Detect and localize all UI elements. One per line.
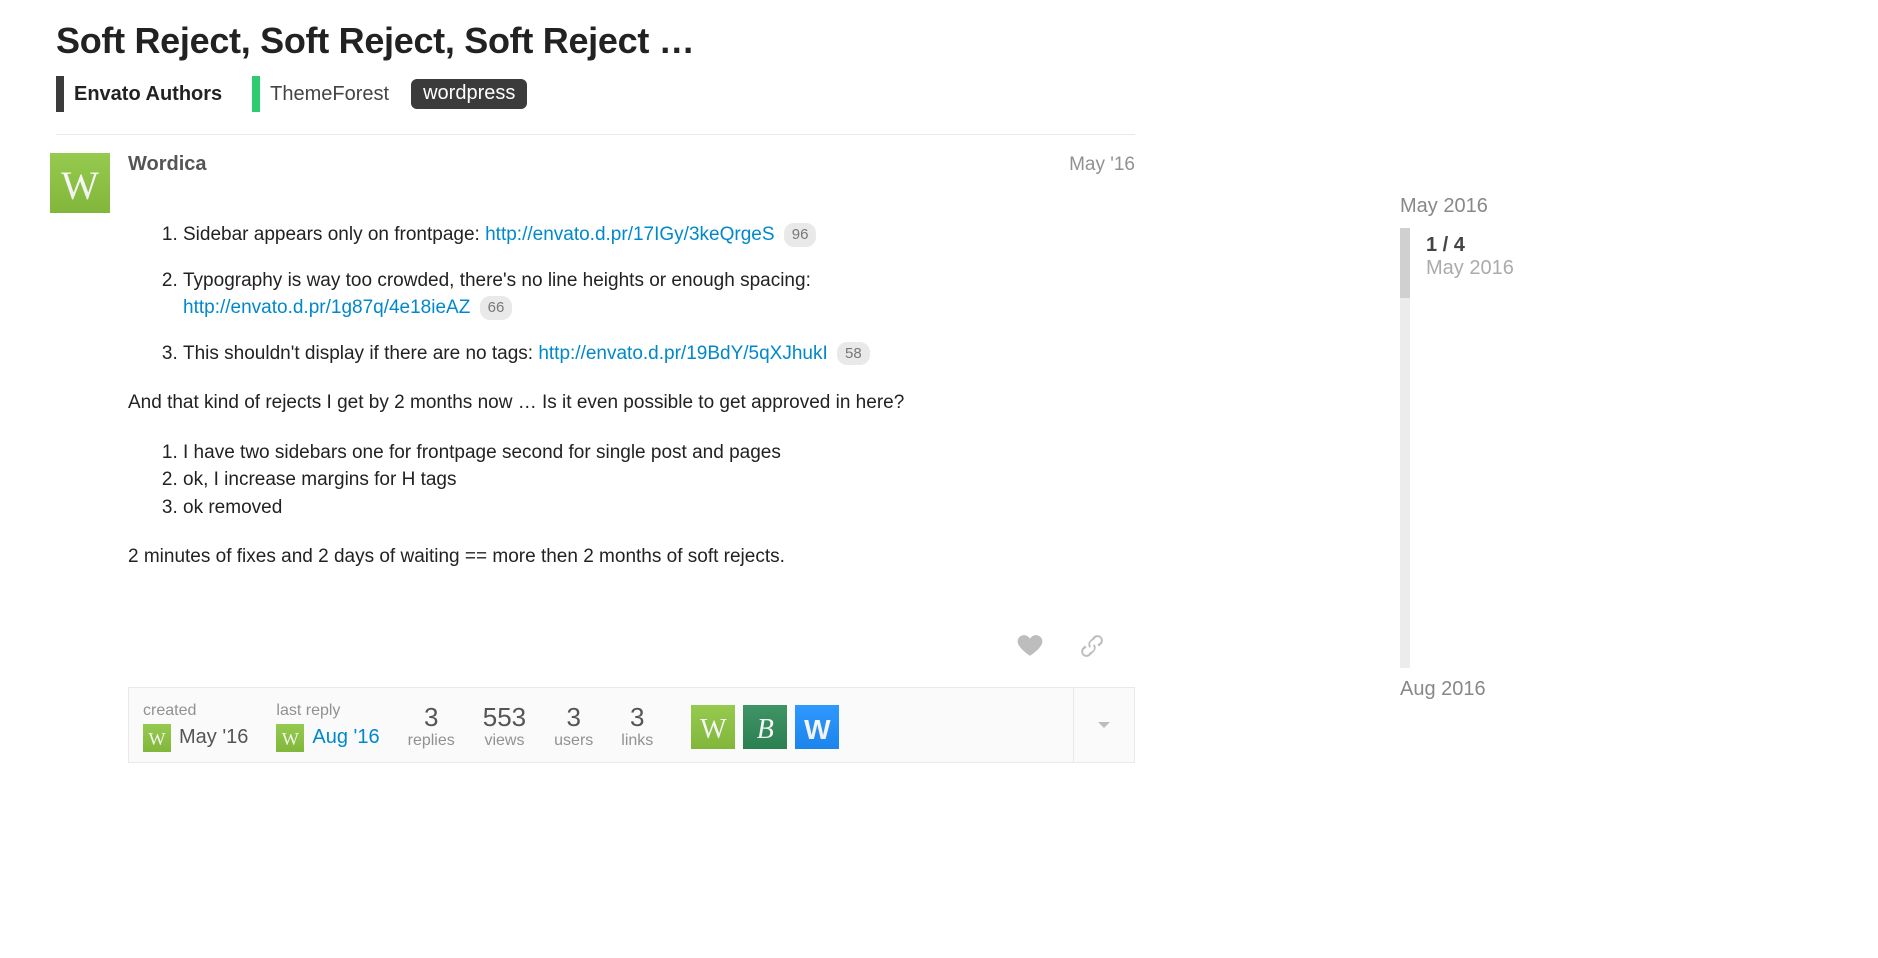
stat-users: 3 users [554, 704, 593, 750]
stat-number: 3 [621, 704, 653, 730]
list-item: I have two sidebars one for frontpage se… [183, 439, 1135, 467]
timeline-position-date: May 2016 [1426, 257, 1514, 280]
map-created-label: created [143, 702, 248, 720]
content-link[interactable]: http://envato.d.pr/19BdY/5qXJhukI [538, 343, 827, 364]
category-color-bar [56, 76, 64, 112]
list-item: Sidebar appears only on frontpage: http:… [183, 221, 1135, 249]
participant-avatar[interactable]: W [795, 705, 839, 749]
timeline-handle[interactable] [1400, 228, 1410, 298]
expand-topic-map-button[interactable] [1073, 688, 1134, 762]
timeline-position: 1 / 4 [1426, 228, 1514, 257]
post-author[interactable]: Wordica [128, 153, 207, 176]
content-link[interactable]: http://envato.d.pr/1g87q/4e18ieAZ [183, 297, 470, 318]
heart-icon [1017, 633, 1043, 659]
list-item: ok, I increase margins for H tags [183, 466, 1135, 494]
post-paragraph: 2 minutes of fixes and 2 days of waiting… [128, 543, 1135, 571]
stat-label: views [483, 732, 526, 750]
post: W Wordica May '16 Sidebar appears only o… [50, 153, 1135, 763]
topic-map: created W May '16 last reply W Aug '16 [128, 687, 1135, 763]
stat-replies: 3 replies [408, 704, 455, 750]
stat-label: users [554, 732, 593, 750]
list-item-text: Typography is way too crowded, there's n… [183, 270, 811, 291]
map-lastreply-date: Aug '16 [312, 726, 379, 749]
link-click-badge: 58 [837, 342, 870, 366]
list-item-text: This shouldn't display if there are no t… [183, 343, 538, 364]
timeline-bar[interactable] [1400, 228, 1410, 668]
map-last-reply[interactable]: last reply W Aug '16 [276, 702, 379, 752]
category-secondary[interactable]: ThemeForest [252, 76, 389, 112]
avatar: W [276, 724, 304, 752]
post-content: Sidebar appears only on frontpage: http:… [128, 221, 1135, 571]
avatar[interactable]: W [50, 153, 110, 213]
map-lastreply-label: last reply [276, 702, 379, 720]
timeline-start-date[interactable]: May 2016 [1400, 195, 1514, 218]
timeline-end-date[interactable]: Aug 2016 [1400, 678, 1514, 701]
list-item-text: Sidebar appears only on frontpage: [183, 224, 485, 245]
stat-number: 3 [408, 704, 455, 730]
link-icon [1079, 633, 1105, 659]
content-link[interactable]: http://envato.d.pr/17IGy/3keQrgeS [485, 224, 774, 245]
map-created: created W May '16 [143, 702, 248, 752]
list-item: ok removed [183, 494, 1135, 522]
stat-links: 3 links [621, 704, 653, 750]
map-created-date: May '16 [179, 726, 248, 749]
post-date[interactable]: May '16 [1069, 154, 1135, 176]
category-color-bar [252, 76, 260, 112]
timeline-position-labels: 1 / 4 May 2016 [1426, 228, 1514, 668]
post-paragraph: And that kind of rejects I get by 2 mont… [128, 389, 1135, 417]
topic-categories: Envato Authors ThemeForest wordpress [56, 76, 1135, 135]
avatar[interactable]: W [143, 724, 171, 752]
chevron-down-icon [1092, 713, 1116, 737]
timeline-track[interactable]: 1 / 4 May 2016 [1400, 228, 1514, 668]
category-secondary-label: ThemeForest [270, 83, 389, 106]
category-primary-label: Envato Authors [74, 83, 222, 106]
participants: W B W [691, 705, 839, 749]
link-click-badge: 66 [480, 296, 513, 320]
stat-number: 553 [483, 704, 526, 730]
stat-label: replies [408, 732, 455, 750]
post-actions [128, 593, 1135, 669]
participant-avatar[interactable]: B [743, 705, 787, 749]
timeline-scroller[interactable]: May 2016 1 / 4 May 2016 Aug 2016 [1400, 195, 1514, 701]
topic-title: Soft Reject, Soft Reject, Soft Reject … [56, 20, 1135, 62]
list-item: Typography is way too crowded, there's n… [183, 267, 1135, 322]
like-button[interactable] [1017, 633, 1043, 659]
post-header: Wordica May '16 [128, 153, 1135, 176]
stat-label: links [621, 732, 653, 750]
share-link-button[interactable] [1079, 633, 1105, 659]
stat-number: 3 [554, 704, 593, 730]
topic-tag[interactable]: wordpress [411, 79, 527, 109]
stat-views: 553 views [483, 704, 526, 750]
category-primary[interactable]: Envato Authors [56, 76, 222, 112]
participant-avatar[interactable]: W [691, 705, 735, 749]
link-click-badge: 96 [784, 223, 817, 247]
list-item: This shouldn't display if there are no t… [183, 340, 1135, 368]
